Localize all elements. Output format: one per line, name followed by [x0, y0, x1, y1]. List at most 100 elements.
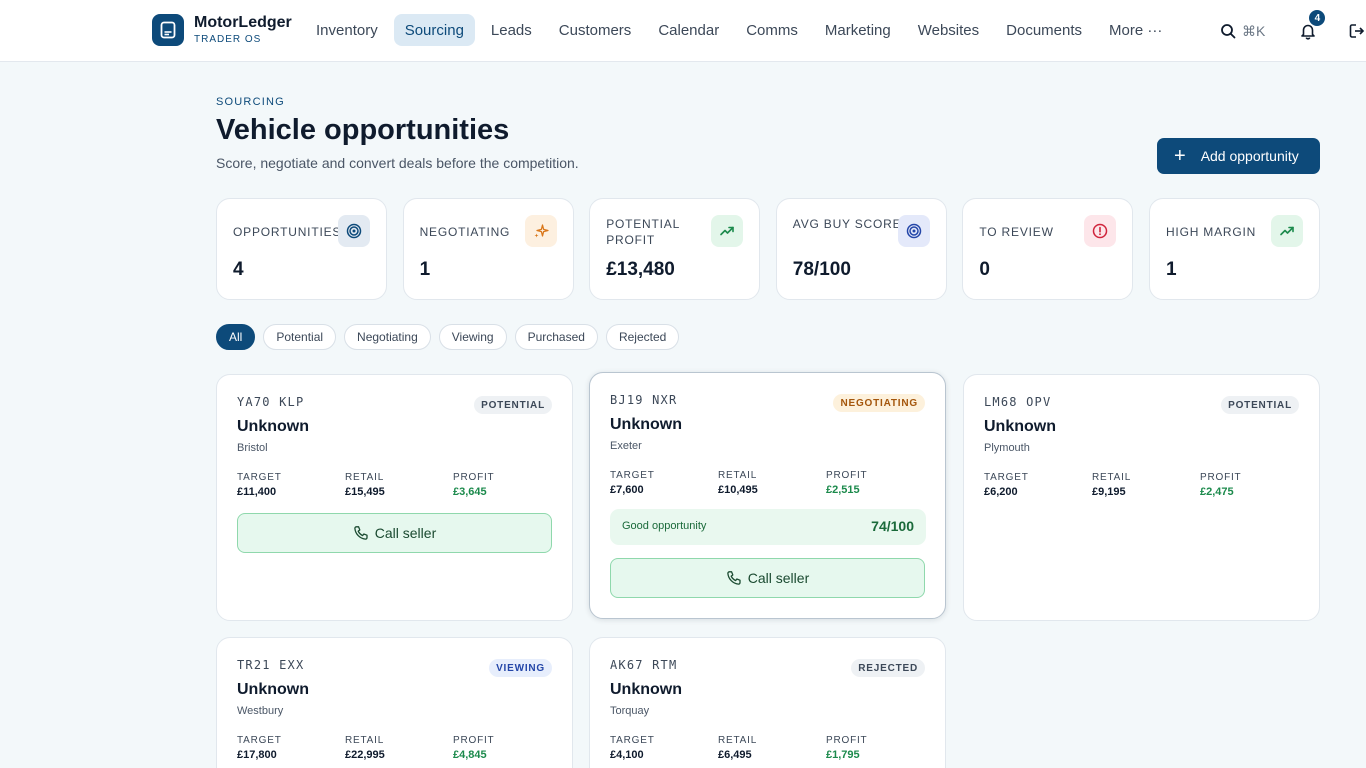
retail-metric: RETAIL £15,495 — [345, 472, 385, 498]
profit-metric: PROFIT £1,795 — [826, 735, 867, 761]
target-metric: TARGET £6,200 — [984, 472, 1029, 498]
nav-marketing[interactable]: Marketing — [814, 14, 902, 46]
stat-card-high-margin: HIGH MARGIN 1 — [1148, 198, 1320, 300]
nav-inventory[interactable]: Inventory — [305, 14, 389, 46]
target-price: £17,800 — [237, 749, 277, 761]
top-nav-bar: MotorLedger TRADER OS Inventory Sourcing… — [0, 0, 1366, 62]
registration-plate: BJ19 NXR — [610, 393, 678, 407]
search-button[interactable]: ⌘K — [1220, 23, 1265, 40]
vehicle-location: Exeter — [610, 440, 642, 452]
stat-card-opportunities: OPPORTUNITIES 4 — [216, 198, 387, 300]
nav-documents[interactable]: Documents — [995, 14, 1093, 46]
retail-label: RETAIL — [718, 735, 758, 746]
stat-value: £13,480 — [606, 259, 675, 280]
opportunity-card[interactable]: BJ19 NXR NEGOTIATING Unknown Exeter TARG… — [589, 372, 946, 619]
profit-label: PROFIT — [453, 472, 495, 483]
opportunity-card[interactable]: AK67 RTM REJECTED Unknown Torquay TARGET… — [589, 637, 946, 768]
add-opportunity-label: Add opportunity — [1200, 148, 1299, 164]
filter-rejected[interactable]: Rejected — [605, 324, 680, 350]
nav-websites[interactable]: Websites — [907, 14, 990, 46]
retail-label: RETAIL — [1092, 472, 1132, 483]
profit-label: PROFIT — [1200, 472, 1242, 483]
filter-all[interactable]: All — [216, 324, 256, 350]
call-seller-label: Call seller — [374, 525, 437, 541]
nav-leads[interactable]: Leads — [480, 14, 543, 46]
opportunity-card[interactable]: TR21 EXX VIEWING Unknown Westbury TARGET… — [216, 637, 573, 768]
opportunity-card[interactable]: LM68 OPV POTENTIAL Unknown Plymouth TARG… — [963, 374, 1320, 621]
registration-plate: AK67 RTM — [610, 658, 678, 672]
nav-sourcing[interactable]: Sourcing — [393, 14, 475, 46]
phone-icon — [354, 526, 368, 540]
brand-tagline: TRADER OS — [194, 34, 262, 45]
alert-circle-icon — [1084, 215, 1117, 247]
retail-label: RETAIL — [345, 735, 385, 746]
target-icon — [338, 215, 370, 247]
vehicle-model: Unknown — [610, 416, 682, 433]
status-badge: REJECTED — [851, 659, 925, 677]
nav-calendar[interactable]: Calendar — [647, 14, 730, 46]
stat-value: 1 — [419, 259, 431, 280]
vehicle-location: Bristol — [237, 442, 268, 454]
add-opportunity-button[interactable]: + Add opportunity — [1157, 138, 1320, 174]
stat-card-avg-buy-score: AVG BUY SCORE 78/100 — [775, 198, 947, 300]
target-price: £6,200 — [984, 486, 1018, 498]
opportunity-card[interactable]: YA70 KLP POTENTIAL Unknown Bristol TARGE… — [216, 374, 573, 621]
retail-price: £15,495 — [345, 486, 385, 498]
call-seller-button[interactable]: Call seller — [610, 558, 925, 598]
filter-purchased[interactable]: Purchased — [514, 324, 598, 350]
stat-label: TO REVIEW — [979, 225, 1054, 239]
profit-value: £3,645 — [453, 486, 487, 498]
buy-score-panel: Good opportunity 74/100 — [610, 509, 926, 545]
target-metric: TARGET £7,600 — [610, 470, 655, 496]
search-icon — [1221, 24, 1236, 39]
retail-price: £10,495 — [718, 484, 758, 496]
notifications-button[interactable]: 4 — [1299, 10, 1326, 40]
vehicle-location: Westbury — [237, 705, 284, 717]
stat-label: OPPORTUNITIES — [233, 225, 342, 239]
notification-count-badge: 4 — [1309, 10, 1326, 26]
stat-value: 78/100 — [792, 259, 851, 280]
stats-row: OPPORTUNITIES 4 NEGOTIATING 1 POTENTIAL … — [216, 198, 1320, 300]
logout-button[interactable] — [1348, 22, 1366, 40]
retail-metric: RETAIL £9,195 — [1092, 472, 1131, 498]
plus-icon: + — [1174, 145, 1186, 167]
filter-negotiating[interactable]: Negotiating — [344, 324, 431, 350]
retail-metric: RETAIL £22,995 — [345, 735, 385, 761]
stat-card-to-review: TO REVIEW 0 — [962, 198, 1134, 300]
profit-label: PROFIT — [826, 470, 868, 481]
registration-plate: YA70 KLP — [237, 395, 305, 409]
nav-more[interactable]: More ··· — [1098, 14, 1173, 46]
brand-name: MotorLedger — [194, 14, 292, 31]
target-price: £11,400 — [237, 486, 277, 498]
vehicle-model: Unknown — [237, 418, 309, 435]
stat-value: 0 — [979, 259, 990, 280]
target-label: TARGET — [237, 735, 282, 746]
nav-customers[interactable]: Customers — [548, 14, 643, 46]
target-label: TARGET — [610, 735, 655, 746]
profit-metric: PROFIT £2,515 — [826, 470, 867, 496]
vehicle-model: Unknown — [237, 681, 309, 698]
status-badge: NEGOTIATING — [833, 394, 925, 412]
status-badge: POTENTIAL — [1221, 396, 1299, 414]
profit-value: £4,845 — [453, 749, 487, 761]
profit-value: £1,795 — [826, 749, 860, 761]
filter-viewing[interactable]: Viewing — [438, 324, 507, 350]
brand[interactable]: MotorLedger TRADER OS — [152, 14, 292, 46]
filter-potential[interactable]: Potential — [263, 324, 337, 350]
call-seller-button[interactable]: Call seller — [237, 513, 552, 553]
sparkle-icon — [524, 215, 557, 247]
retail-label: RETAIL — [345, 472, 385, 483]
search-shortcut: ⌘K — [1242, 22, 1266, 39]
logout-icon — [1350, 24, 1365, 38]
stat-label: HIGH MARGIN — [1165, 225, 1257, 239]
status-badge: VIEWING — [489, 659, 552, 677]
retail-label: RETAIL — [718, 470, 758, 481]
stat-label: NEGOTIATING — [419, 225, 511, 239]
target-price: £7,600 — [610, 484, 644, 496]
document-logo-icon — [152, 14, 184, 46]
page-subtitle: Score, negotiate and convert deals befor… — [216, 155, 579, 171]
profit-metric: PROFIT £3,645 — [453, 472, 494, 498]
page-title: Vehicle opportunities — [216, 114, 510, 146]
nav-comms[interactable]: Comms — [735, 14, 809, 46]
profit-metric: PROFIT £2,475 — [1200, 472, 1241, 498]
